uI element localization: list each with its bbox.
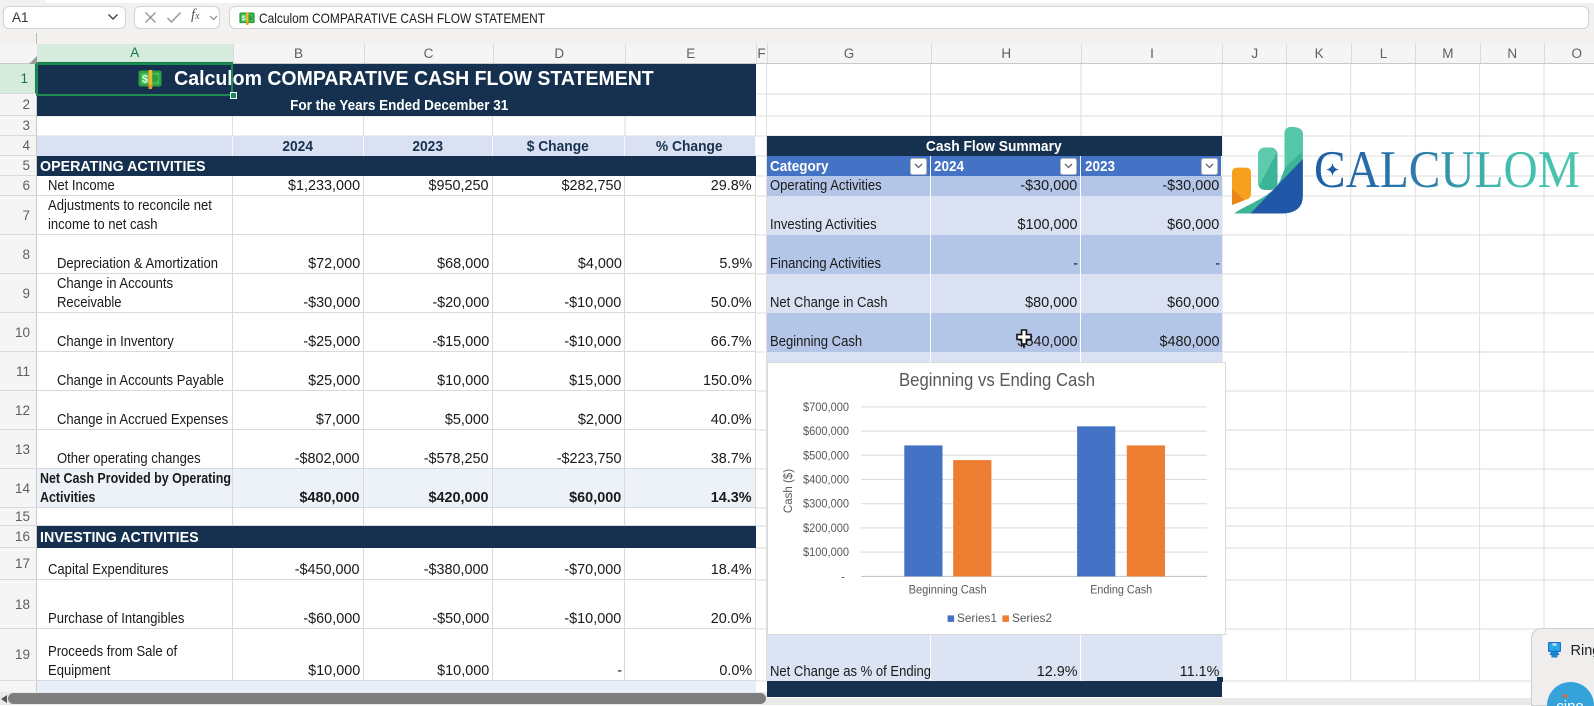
svg-text:Beginning vs Ending Cash: Beginning vs Ending Cash — [899, 370, 1095, 390]
svg-text:Beginning Cash: Beginning Cash — [909, 585, 987, 597]
svg-text:Cash ($): Cash ($) — [783, 469, 795, 513]
svg-text:Ending Cash: Ending Cash — [1090, 585, 1152, 597]
svg-text:Series2: Series2 — [1012, 611, 1052, 625]
svg-text:$300,000: $300,000 — [803, 499, 849, 511]
svg-text:$500,000: $500,000 — [803, 450, 849, 462]
svg-text:-: - — [841, 571, 845, 583]
svg-text:$400,000: $400,000 — [803, 475, 849, 487]
svg-text:$600,000: $600,000 — [803, 426, 849, 438]
svg-text:$100,000: $100,000 — [803, 547, 849, 559]
svg-text:$200,000: $200,000 — [803, 523, 849, 535]
svg-text:Series1: Series1 — [957, 611, 997, 625]
svg-text:$700,000: $700,000 — [803, 402, 849, 414]
